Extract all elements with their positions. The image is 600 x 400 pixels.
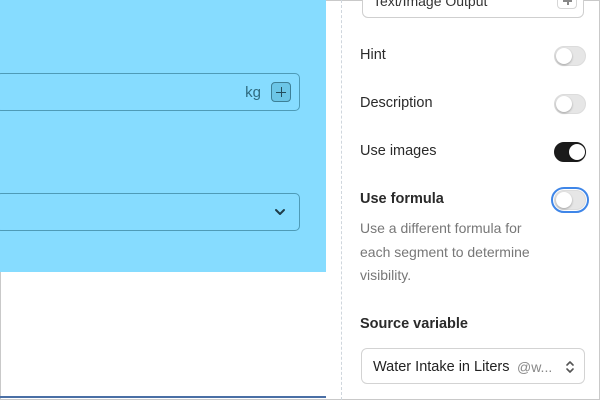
hint-toggle[interactable] [554,46,586,66]
dropdown-field[interactable] [0,193,300,231]
chevron-down-icon [275,209,285,215]
canvas-bottom-edge [0,396,326,398]
toggle-knob [569,144,585,160]
use-formula-label: Use formula [360,191,444,207]
toggle-knob [556,48,572,64]
output-type-value: Text/Image Output [373,0,488,9]
hint-label: Hint [360,47,386,63]
description-label: Description [360,95,433,111]
description-toggle[interactable] [554,94,586,114]
setting-row-description: Description [360,92,586,116]
formula-description: Use a different formula for each segment… [360,220,530,283]
use-formula-toggle[interactable] [551,187,589,213]
toggle-knob [556,192,572,208]
toggle-knob [556,96,572,112]
setting-row-hint: Hint [360,44,586,68]
preview-canvas: kg [0,0,326,272]
setting-row-use-formula: Use formula [360,187,589,213]
use-images-label: Use images [360,143,437,159]
plus-icon[interactable] [271,82,291,102]
source-variable-label: Source variable [360,316,468,332]
use-images-toggle[interactable] [554,142,586,162]
unit-label: kg [245,84,261,101]
source-variable-hint: @w... [517,359,553,375]
settings-panel: Text/Image Output Hint Description Use i… [342,0,600,400]
unit-input-field[interactable]: kg [0,73,300,111]
output-type-input[interactable]: Text/Image Output [362,0,584,18]
setting-row-use-images: Use images [360,140,586,164]
source-variable-select[interactable]: Water Intake in Liters @w... [361,348,585,384]
plus-icon[interactable] [557,0,577,9]
source-variable-value: Water Intake in Liters [373,359,510,375]
chevron-updown-icon [566,361,574,373]
